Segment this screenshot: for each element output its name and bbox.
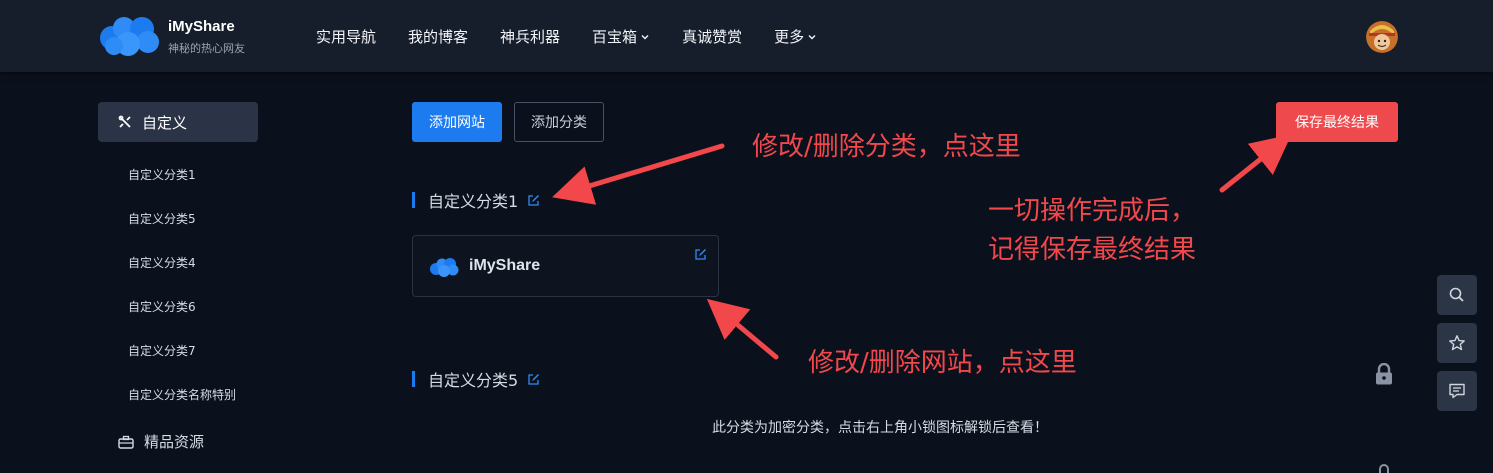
category-accent-bar <box>412 371 415 387</box>
annotation-edit-site: 修改/删除网站，点这里 <box>808 348 1077 378</box>
site-card[interactable]: iMyShare <box>412 235 719 297</box>
brand-name[interactable]: iMyShare <box>168 18 235 35</box>
nav-item-tools[interactable]: 神兵利器 <box>500 26 560 47</box>
sidebar-subitem[interactable]: 自定义分类1 <box>128 166 196 183</box>
sidebar-subitem[interactable]: 自定义分类5 <box>128 210 196 227</box>
sidebar-item-resources[interactable]: 精品资源 <box>118 431 204 452</box>
category-accent-bar <box>412 192 415 208</box>
edit-icon[interactable] <box>694 248 707 261</box>
add-site-button[interactable]: 添加网站 <box>412 102 502 142</box>
nav-item-more[interactable]: 更多 <box>774 26 817 47</box>
chevron-down-icon <box>808 34 816 39</box>
search-icon <box>1449 287 1464 302</box>
briefcase-icon <box>118 435 134 449</box>
sidebar-item-label: 精品资源 <box>144 433 205 451</box>
tools-icon <box>118 115 131 128</box>
sidebar-item-custom[interactable]: 自定义 <box>98 102 258 142</box>
lock-icon[interactable] <box>1377 464 1391 473</box>
edit-icon[interactable] <box>527 373 540 386</box>
nav-item-toolbox[interactable]: 百宝箱 <box>592 26 650 47</box>
star-icon <box>1449 335 1465 351</box>
edit-icon[interactable] <box>527 194 540 207</box>
lock-icon[interactable] <box>1374 363 1394 385</box>
add-category-button[interactable]: 添加分类 <box>514 102 604 142</box>
category-title: 自定义分类5 <box>428 371 519 390</box>
sidebar-subitem[interactable]: 自定义分类4 <box>128 254 196 271</box>
nav-item-practical[interactable]: 实用导航 <box>316 26 376 47</box>
chevron-down-icon <box>641 34 649 39</box>
category-heading: 自定义分类5 <box>412 367 540 391</box>
site-logo-icon <box>430 258 459 277</box>
top-navbar: iMyShare 神秘的热心网友 实用导航 我的博客 神兵利器 百宝箱 真诚赞赏… <box>0 0 1493 72</box>
sidebar-subitem[interactable]: 自定义分类7 <box>128 342 196 359</box>
nav-item-blog[interactable]: 我的博客 <box>408 26 468 47</box>
float-search-button[interactable] <box>1437 275 1477 315</box>
arrow-to-category-edit <box>552 143 725 205</box>
sidebar-item-label: 自定义 <box>142 113 188 132</box>
annotation-save-line2: 记得保存最终结果 <box>988 235 1197 265</box>
site-name: iMyShare <box>469 257 541 274</box>
main-nav: 实用导航 我的博客 神兵利器 百宝箱 真诚赞赏 更多 <box>316 26 849 47</box>
brand-logo-icon[interactable] <box>98 16 160 56</box>
user-avatar[interactable] <box>1366 21 1398 53</box>
category-heading: 自定义分类1 <box>412 188 540 212</box>
locked-category-message: 此分类为加密分类，点击右上角小锁图标解锁后查看！ <box>712 420 1048 436</box>
sidebar-subitem[interactable]: 自定义分类名称特别 <box>128 386 236 403</box>
brand-subtitle: 神秘的热心网友 <box>168 42 245 55</box>
category-title: 自定义分类1 <box>428 192 519 211</box>
sidebar-subitem[interactable]: 自定义分类6 <box>128 298 196 315</box>
arrow-to-site-edit <box>706 298 779 360</box>
float-comment-button[interactable] <box>1437 371 1477 411</box>
annotation-edit-category: 修改/删除分类，点这里 <box>752 132 1021 162</box>
float-favorite-button[interactable] <box>1437 323 1477 363</box>
arrow-to-save-button <box>1219 134 1292 193</box>
annotation-save-line1: 一切操作完成后， <box>988 196 1197 226</box>
nav-item-donate[interactable]: 真诚赞赏 <box>682 26 742 47</box>
save-result-button[interactable]: 保存最终结果 <box>1276 102 1398 142</box>
comment-icon <box>1449 383 1465 399</box>
